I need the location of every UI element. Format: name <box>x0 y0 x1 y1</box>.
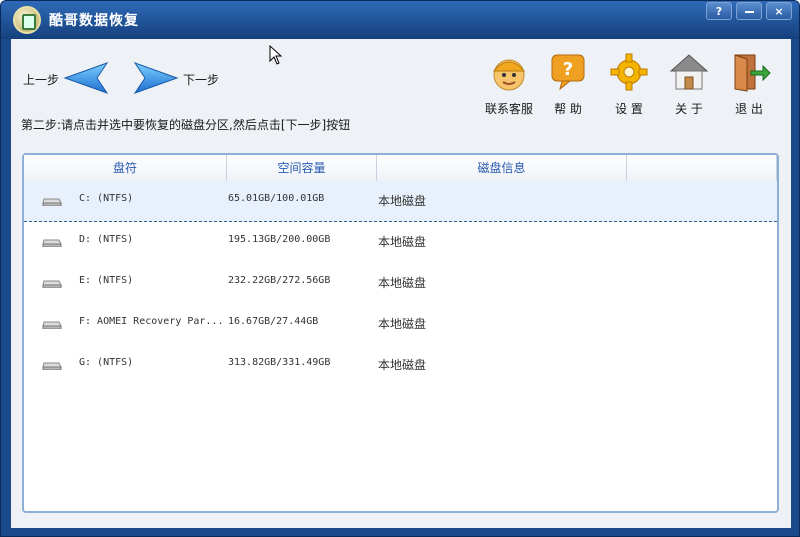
customer-service-icon <box>492 59 526 91</box>
partition-list-panel[interactable]: 盘符 空间容量 磁盘信息 C: (NTFS) 65.01GB/100.01GB … <box>22 153 779 513</box>
table-row[interactable]: G: (NTFS) 313.82GB/331.49GB 本地磁盘 <box>24 345 777 385</box>
table-header: 盘符 空间容量 磁盘信息 <box>24 155 777 182</box>
hard-disk-icon <box>42 198 62 206</box>
hard-disk-icon <box>42 280 62 288</box>
drive-capacity: 65.01GB/100.01GB <box>228 193 325 204</box>
app-window: 酷哥数据恢复 ? × 上一步 下一步 联系客服 ? 帮 助 设 置 关 于 退 … <box>0 0 800 537</box>
drive-capacity: 232.22GB/272.56GB <box>228 275 331 286</box>
help-icon: ? <box>551 54 585 91</box>
column-header-disk-info[interactable]: 磁盘信息 <box>377 155 627 181</box>
drive-info: 本地磁盘 <box>378 317 427 331</box>
next-step-label[interactable]: 下一步 <box>183 71 219 88</box>
settings-button[interactable]: 设 置 <box>603 51 655 117</box>
drive-info: 本地磁盘 <box>378 235 427 249</box>
window-bottom-frame <box>1 528 799 536</box>
column-header-drive[interactable]: 盘符 <box>24 155 227 181</box>
drive-name: G: (NTFS) <box>79 357 134 368</box>
exit-button[interactable]: 退 出 <box>723 51 775 117</box>
minimize-button[interactable] <box>736 2 762 20</box>
settings-gear-icon <box>610 53 648 91</box>
window-title: 酷哥数据恢复 <box>49 13 139 29</box>
drive-name: C: (NTFS) <box>79 193 134 204</box>
table-row[interactable]: D: (NTFS) 195.13GB/200.00GB 本地磁盘 <box>24 222 777 262</box>
about-label: 关 于 <box>675 102 703 116</box>
hard-disk-icon <box>42 239 62 247</box>
title-bar[interactable]: 酷哥数据恢复 ? × <box>1 1 799 39</box>
help-button[interactable]: ? 帮 助 <box>542 51 594 117</box>
settings-label: 设 置 <box>615 102 643 116</box>
exit-door-icon <box>734 54 771 92</box>
hard-disk-icon <box>42 321 62 329</box>
drive-capacity: 195.13GB/200.00GB <box>228 234 331 245</box>
hard-disk-icon <box>42 362 62 370</box>
drive-capacity: 313.82GB/331.49GB <box>228 357 331 368</box>
prev-step-label[interactable]: 上一步 <box>23 71 59 88</box>
close-button[interactable]: × <box>766 2 792 20</box>
help-window-button[interactable]: ? <box>706 2 732 20</box>
customer-service-label: 联系客服 <box>484 102 533 116</box>
about-button[interactable]: 关 于 <box>663 51 715 117</box>
column-header-capacity[interactable]: 空间容量 <box>227 155 377 181</box>
step-instruction: 第二步:请点击并选中要恢复的磁盘分区,然后点击[下一步]按钮 <box>21 118 351 132</box>
customer-service-button[interactable]: 联系客服 <box>483 51 535 117</box>
mouse-cursor-icon <box>269 45 283 65</box>
drive-name: F: AOMEI Recovery Par... <box>79 316 224 327</box>
drive-capacity: 16.67GB/27.44GB <box>228 316 319 327</box>
drive-info: 本地磁盘 <box>378 276 427 290</box>
drive-name: D: (NTFS) <box>79 234 134 245</box>
minimize-icon <box>744 11 754 13</box>
prev-arrow-icon[interactable] <box>63 61 109 95</box>
table-row[interactable]: E: (NTFS) 232.22GB/272.56GB 本地磁盘 <box>24 263 777 303</box>
svg-text:?: ? <box>563 59 573 80</box>
drive-name: E: (NTFS) <box>79 275 134 286</box>
table-row[interactable]: C: (NTFS) 65.01GB/100.01GB 本地磁盘 <box>24 181 777 222</box>
exit-label: 退 出 <box>735 102 763 116</box>
column-header-empty <box>627 155 777 181</box>
table-row[interactable]: F: AOMEI Recovery Par... 16.67GB/27.44GB… <box>24 304 777 344</box>
help-label: 帮 助 <box>554 102 582 116</box>
home-icon <box>669 54 709 90</box>
drive-info: 本地磁盘 <box>378 358 427 372</box>
app-logo-icon <box>13 6 41 34</box>
drive-info: 本地磁盘 <box>378 194 427 208</box>
next-arrow-icon[interactable] <box>133 61 179 95</box>
